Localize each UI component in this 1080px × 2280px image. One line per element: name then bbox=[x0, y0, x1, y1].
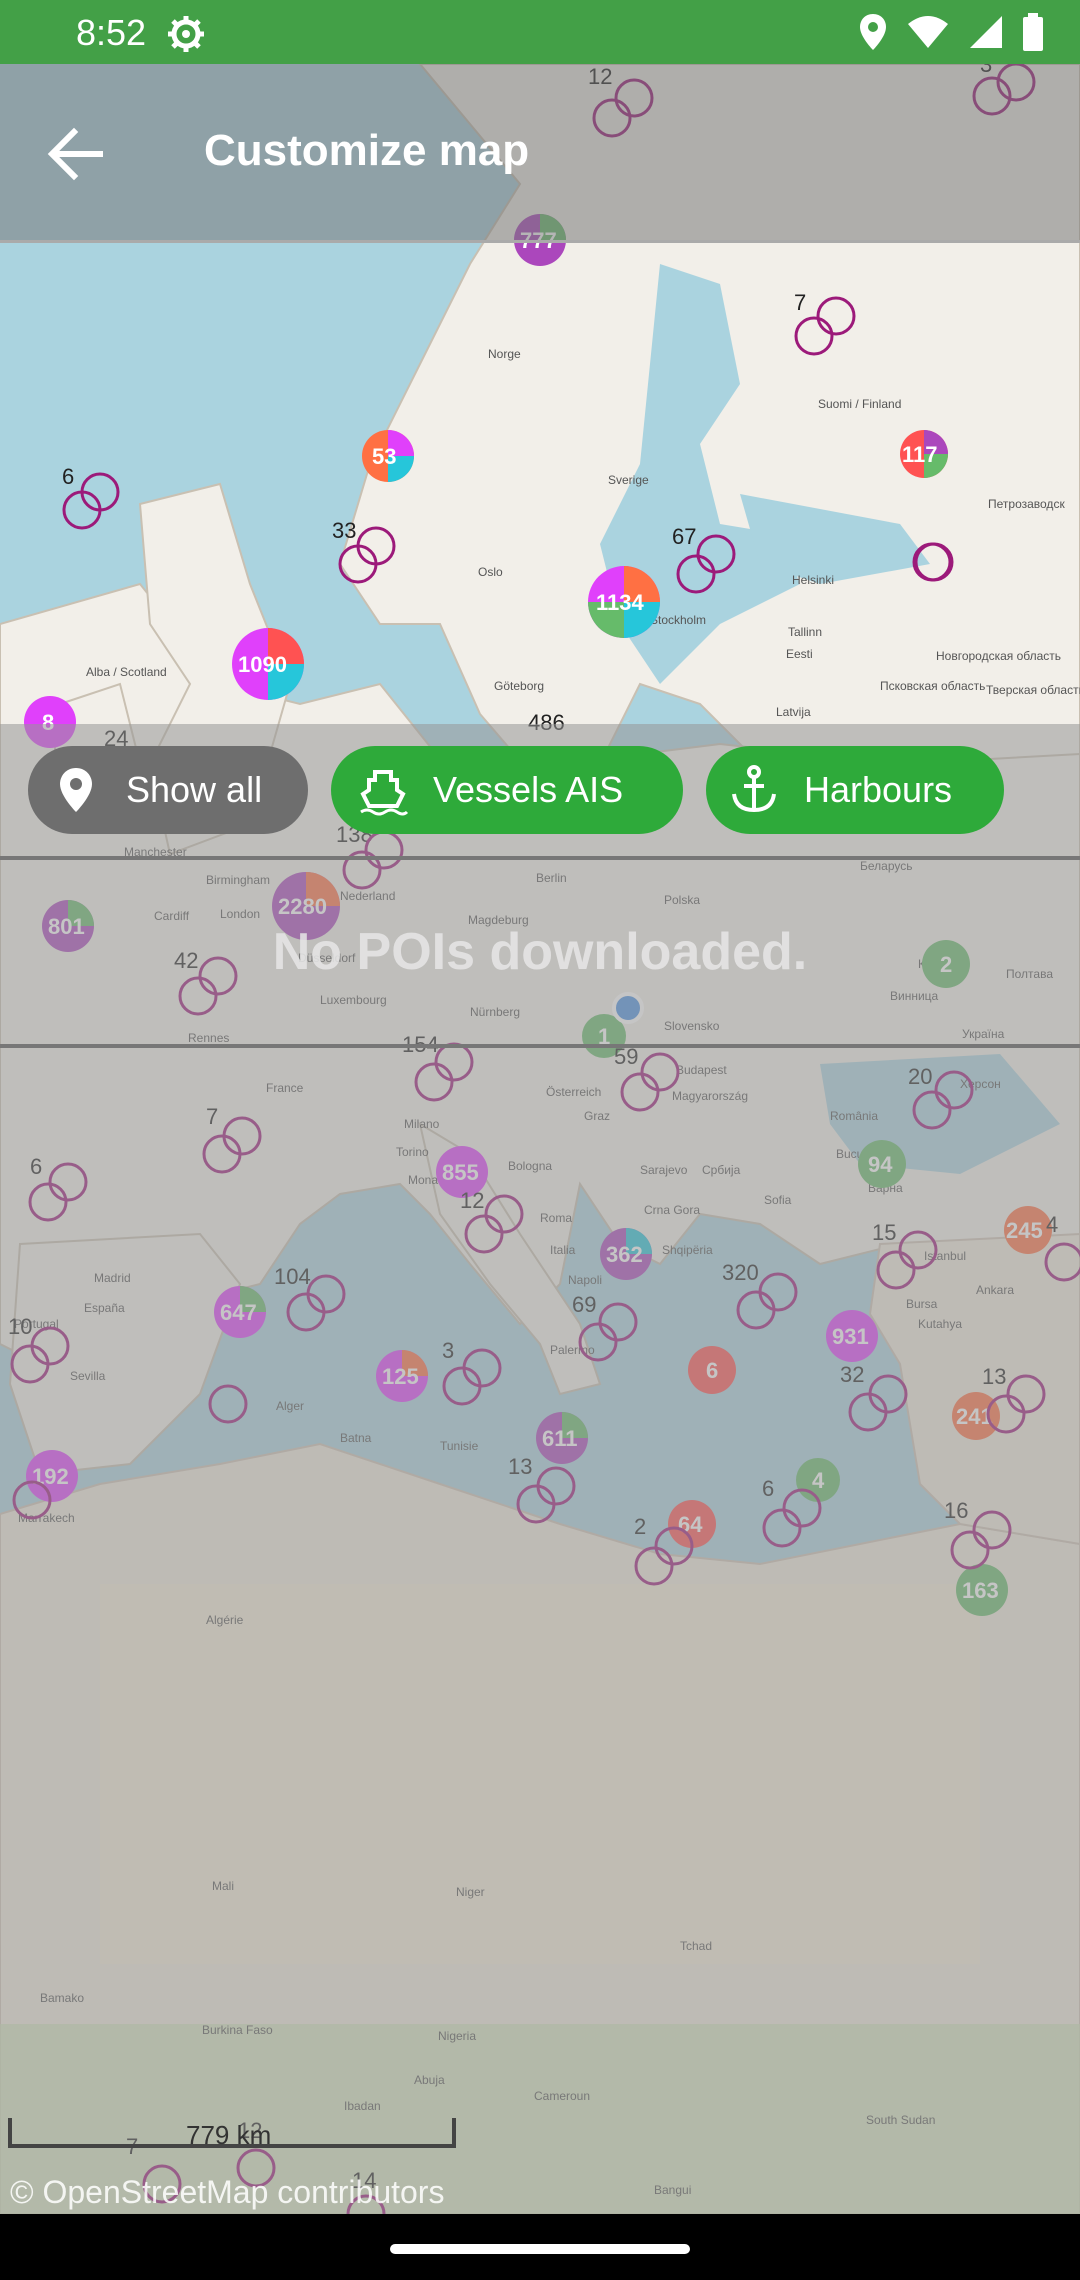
marker-count: 67 bbox=[672, 524, 696, 549]
anchor-icon bbox=[732, 765, 776, 813]
svg-text:Stockholm: Stockholm bbox=[650, 613, 706, 627]
svg-text:Alba / Scotland: Alba / Scotland bbox=[86, 665, 167, 679]
cluster-bubble: 1090 bbox=[232, 628, 304, 700]
location-status-icon bbox=[860, 14, 886, 50]
show-all-chip[interactable]: Show all bbox=[28, 746, 308, 834]
divider bbox=[0, 240, 1080, 243]
settings-gear-icon bbox=[168, 16, 204, 52]
svg-text:Oslo: Oslo bbox=[478, 565, 503, 579]
empty-state-message: No POIs downloaded. bbox=[272, 923, 808, 981]
svg-text:Новгородская область: Новгородская область bbox=[936, 649, 1061, 663]
ship-icon bbox=[360, 770, 409, 816]
map-attribution[interactable]: © OpenStreetMap contributors bbox=[10, 2174, 444, 2211]
marker-count: 6 bbox=[62, 464, 74, 489]
marker-count: 7 bbox=[794, 290, 806, 315]
cluster-bubble: 117 bbox=[900, 430, 948, 478]
marker-count: 33 bbox=[332, 518, 356, 543]
status-time: 8:52 bbox=[76, 12, 147, 53]
battery-icon bbox=[1023, 13, 1043, 51]
cluster-count: 53 bbox=[372, 444, 396, 469]
divider bbox=[0, 856, 1080, 860]
scale-label: 779 km bbox=[186, 2120, 272, 2150]
harbours-chip[interactable]: Harbours bbox=[706, 746, 1004, 834]
arrow-back-icon[interactable] bbox=[40, 118, 112, 190]
svg-text:Sverige: Sverige bbox=[608, 473, 649, 487]
cluster-count: 1134 bbox=[596, 590, 644, 615]
svg-text:Latvija: Latvija bbox=[776, 705, 811, 719]
svg-text:Tallinn: Tallinn bbox=[788, 625, 822, 639]
svg-text:Eesti: Eesti bbox=[786, 647, 813, 661]
vessels-ais-chip[interactable]: Vessels AIS bbox=[331, 746, 683, 834]
cluster-count: 1090 bbox=[238, 652, 287, 677]
harbours-label: Harbours bbox=[804, 769, 953, 810]
home-gesture-handle[interactable] bbox=[390, 2244, 690, 2254]
show-all-label: Show all bbox=[126, 769, 263, 810]
divider bbox=[0, 1044, 1080, 1048]
cluster-bubble: 53 bbox=[362, 430, 414, 482]
svg-text:Helsinki: Helsinki bbox=[792, 573, 834, 587]
app-bar bbox=[0, 64, 1080, 242]
svg-text:Псковская область: Псковская область bbox=[880, 679, 985, 693]
wifi-icon bbox=[908, 16, 948, 48]
svg-text:Göteborg: Göteborg bbox=[494, 679, 544, 693]
location-pin-icon bbox=[60, 768, 92, 812]
cluster-count: 117 bbox=[902, 442, 938, 467]
vessels-ais-label: Vessels AIS bbox=[433, 769, 624, 810]
svg-text:Norge: Norge bbox=[488, 347, 521, 361]
cluster-bubble: 1134 bbox=[588, 566, 660, 638]
status-bar: 8:52 bbox=[0, 0, 1080, 64]
cell-signal-icon bbox=[970, 16, 1002, 48]
svg-text:Тверская область: Тверская область bbox=[986, 683, 1080, 697]
svg-text:Suomi / Finland: Suomi / Finland bbox=[818, 397, 901, 411]
page-title: Customize map bbox=[204, 126, 530, 175]
svg-text:Петрозаводск: Петрозаводск bbox=[988, 497, 1065, 511]
